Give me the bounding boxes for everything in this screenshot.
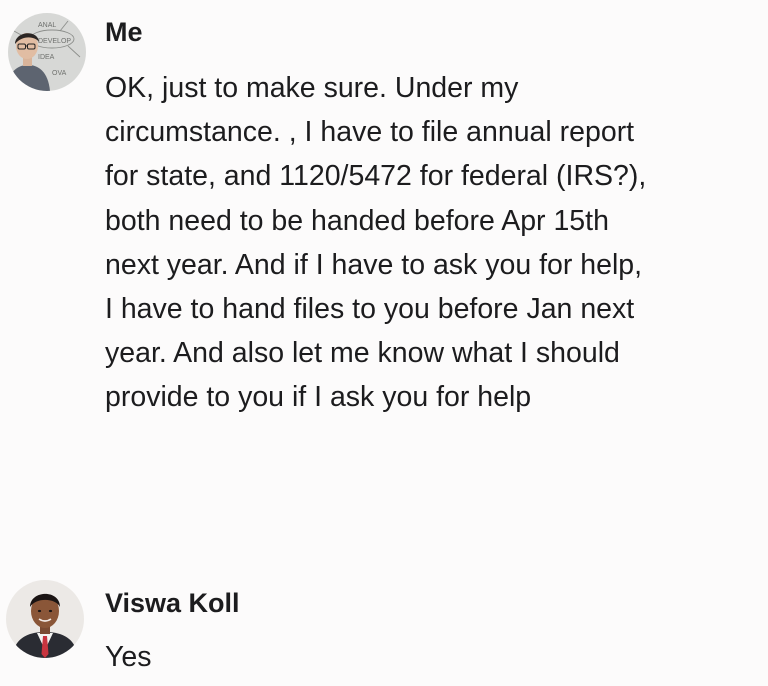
avatar-lettering-1: ANAL <box>38 22 56 29</box>
contact-avatar[interactable] <box>6 580 84 658</box>
user-avatar-icon: ANAL DEVELOP IDEA OVA <box>8 13 86 91</box>
avatar-lettering-3: IDEA <box>38 54 55 61</box>
message-text: Yes <box>105 641 152 673</box>
avatar-lettering-2: DEVELOP <box>38 38 71 45</box>
chat-thread: ANAL DEVELOP IDEA OVA Me OK, just to mak… <box>0 0 768 686</box>
message-text: OK, just to make sure. Under my circumst… <box>105 72 647 414</box>
contact-avatar-icon <box>6 580 84 658</box>
avatar-lettering-4: OVA <box>52 70 67 77</box>
sender-name: Viswa Koll <box>105 588 240 618</box>
user-avatar[interactable]: ANAL DEVELOP IDEA OVA <box>8 13 86 91</box>
sender-name: Me <box>105 17 143 47</box>
